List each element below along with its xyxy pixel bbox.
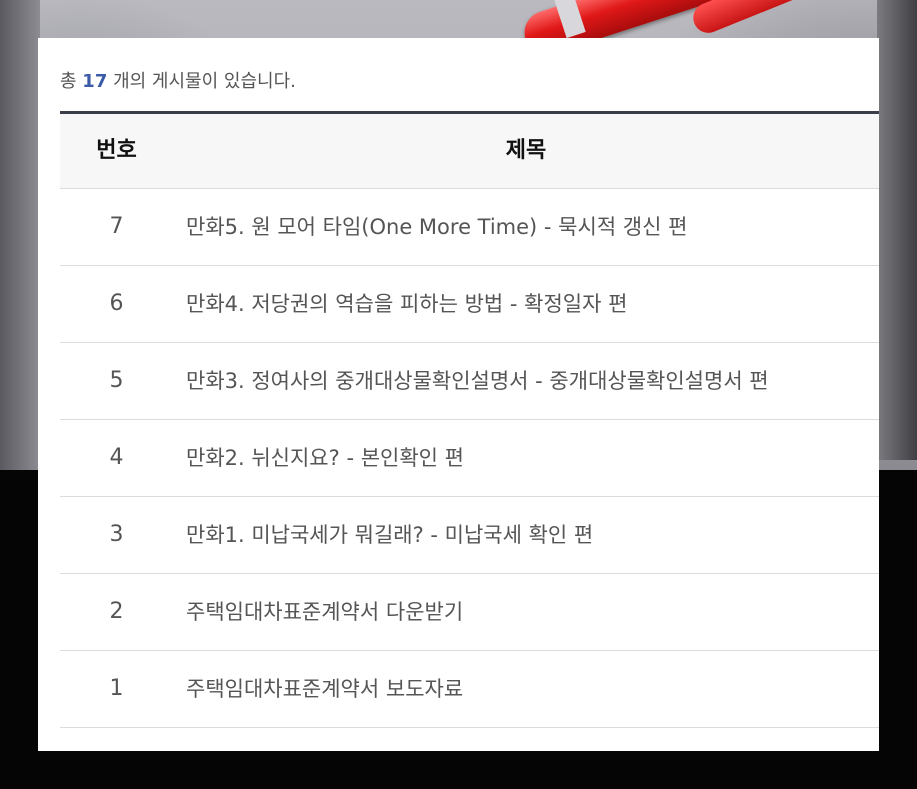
background-left-shade (0, 0, 40, 480)
row-title-link[interactable]: 만화3. 정여사의 중개대상물확인설명서 - 중개대상물확인설명서 편 (186, 343, 769, 419)
table-row[interactable]: 1 주택임대차표준계약서 보도자료 (60, 651, 879, 728)
row-title-link[interactable]: 주택임대차표준계약서 보도자료 (186, 651, 463, 727)
table-row[interactable]: 3 만화1. 미납국세가 뭐길래? - 미납국세 확인 편 (60, 497, 879, 574)
row-title-link[interactable]: 만화1. 미납국세가 뭐길래? - 미납국세 확인 편 (186, 497, 593, 573)
table-row[interactable]: 4 만화2. 뉘신지요? - 본인확인 편 (60, 420, 879, 497)
table-row[interactable]: 2 주택임대차표준계약서 다운받기 (60, 574, 879, 651)
table-header: 번호 제목 (60, 114, 879, 189)
row-title-link[interactable]: 만화2. 뉘신지요? - 본인확인 편 (186, 420, 464, 496)
row-title-link[interactable]: 만화5. 원 모어 타임(One More Time) - 묵시적 갱신 편 (186, 189, 687, 265)
row-number: 1 (109, 676, 124, 701)
post-table: 번호 제목 7 만화5. 원 모어 타임(One More Time) - 묵시… (60, 111, 879, 728)
row-title-link[interactable]: 주택임대차표준계약서 다운받기 (186, 574, 463, 650)
background-right-shade (877, 0, 917, 460)
row-title-link[interactable]: 만화4. 저당권의 역습을 피하는 방법 - 확정일자 편 (186, 266, 627, 342)
header-title: 제목 (505, 138, 547, 163)
row-number: 7 (109, 214, 124, 239)
row-number: 5 (109, 368, 124, 393)
table-row[interactable]: 7 만화5. 원 모어 타임(One More Time) - 묵시적 갱신 편 (60, 189, 879, 266)
table-row[interactable]: 6 만화4. 저당권의 역습을 피하는 방법 - 확정일자 편 (60, 266, 879, 343)
row-number: 3 (109, 522, 124, 547)
summary-suffix: 개의 게시물이 있습니다. (113, 71, 296, 92)
header-number: 번호 (96, 138, 137, 163)
summary-prefix: 총 (60, 71, 77, 92)
table-row[interactable]: 5 만화3. 정여사의 중개대상물확인설명서 - 중개대상물확인설명서 편 (60, 343, 879, 420)
post-count: 17 (82, 71, 108, 92)
row-number: 2 (109, 599, 124, 624)
row-number: 6 (109, 291, 124, 316)
row-number: 4 (109, 445, 124, 470)
board-panel: 총 17 개의 게시물이 있습니다. 번호 제목 7 만화5. 원 모어 타임(… (38, 38, 879, 751)
post-count-summary: 총 17 개의 게시물이 있습니다. (60, 70, 296, 94)
